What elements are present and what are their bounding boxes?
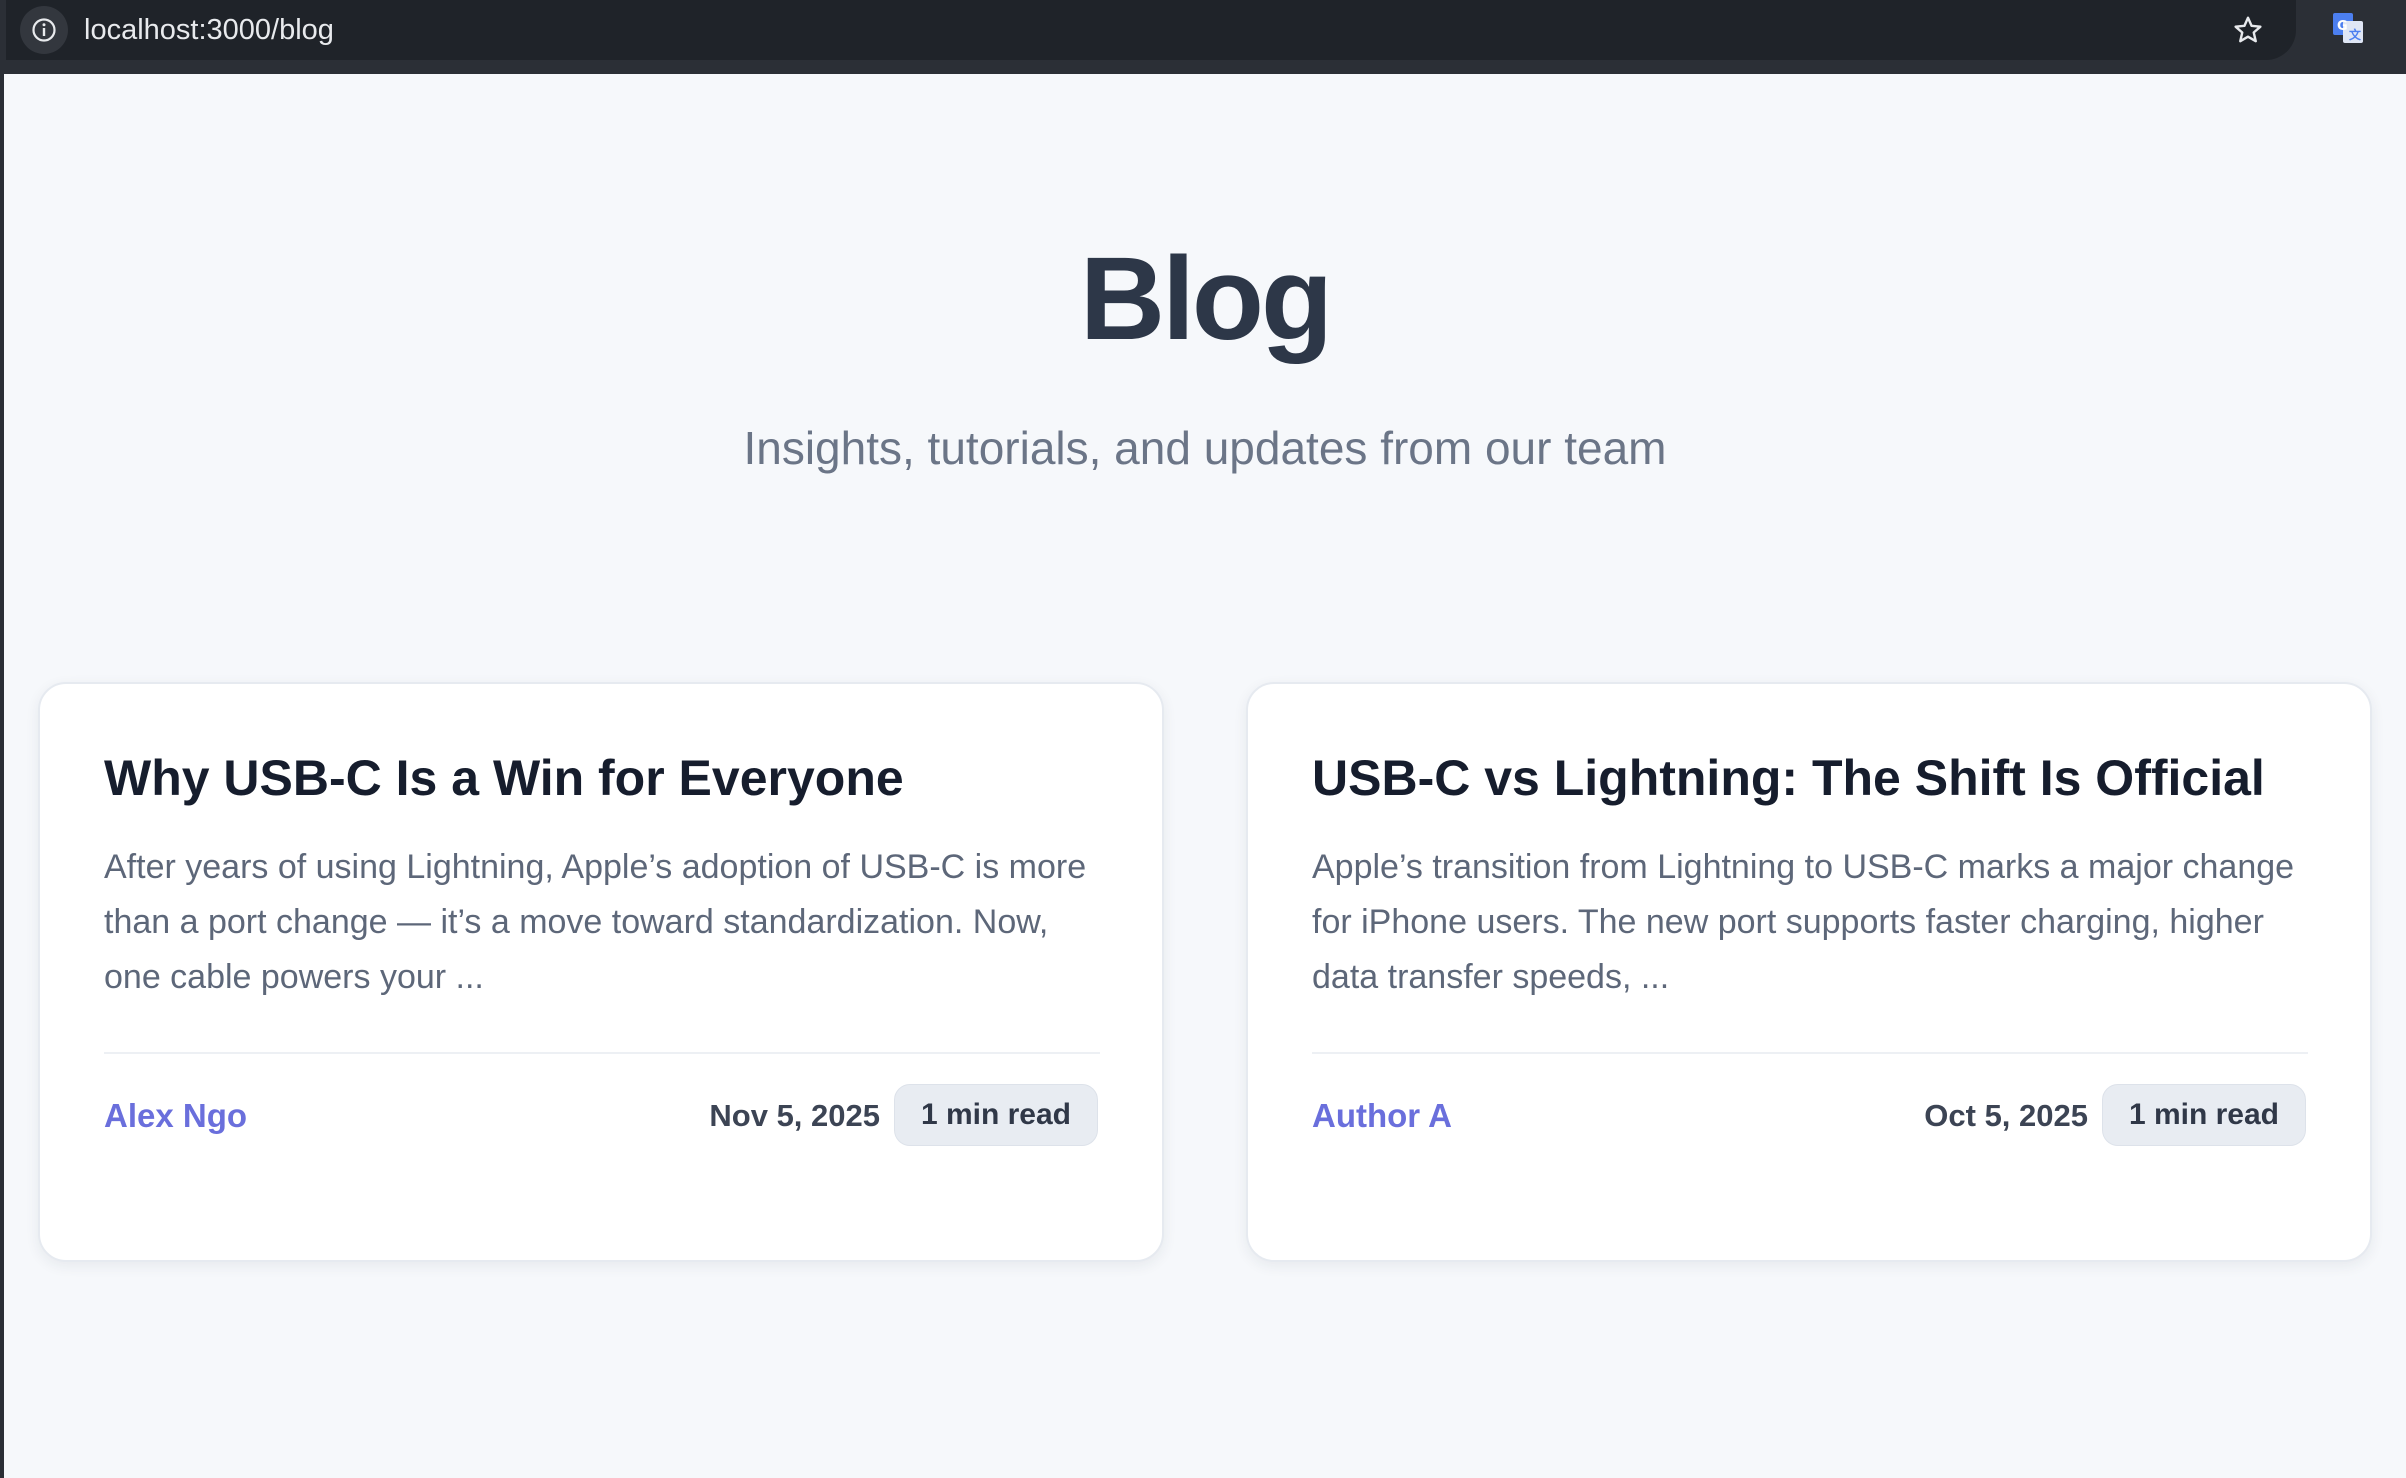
post-title[interactable]: Why USB-C Is a Win for Everyone — [104, 746, 1104, 810]
info-icon[interactable] — [20, 6, 68, 54]
blog-page: Blog Insights, tutorials, and updates fr… — [4, 74, 2406, 1478]
post-author[interactable]: Author A — [1312, 1094, 1452, 1138]
svg-text:G: G — [2337, 19, 2348, 34]
page-title: Blog — [1079, 233, 1333, 365]
post-card[interactable]: Why USB-C Is a Win for Everyone After ye… — [38, 682, 1164, 1262]
browser-toolbar: localhost:3000/blog G 文 — [0, 0, 2406, 74]
read-time-badge: 1 min read — [2101, 1084, 2306, 1146]
post-date: Nov 5, 2025 — [709, 1098, 880, 1133]
google-translate-icon[interactable]: G 文 — [2328, 8, 2368, 48]
read-time-badge: 1 min read — [893, 1084, 1098, 1146]
star-icon[interactable] — [2228, 10, 2268, 50]
post-date: Oct 5, 2025 — [1924, 1098, 2088, 1133]
address-bar[interactable]: localhost:3000/blog — [6, 0, 2296, 60]
svg-text:文: 文 — [2349, 27, 2362, 42]
post-card[interactable]: USB-C vs Lightning: The Shift Is Officia… — [1246, 682, 2372, 1262]
page-subtitle: Insights, tutorials, and updates from ou… — [743, 422, 1667, 474]
card-divider — [1312, 1052, 2308, 1054]
post-excerpt: Apple’s transition from Lightning to USB… — [1312, 848, 2295, 996]
card-divider — [104, 1052, 1100, 1054]
post-title[interactable]: USB-C vs Lightning: The Shift Is Officia… — [1312, 746, 2312, 810]
post-excerpt: After years of using Lightning, Apple’s … — [104, 848, 1087, 996]
url-text[interactable]: localhost:3000/blog — [84, 11, 334, 49]
post-author[interactable]: Alex Ngo — [104, 1094, 247, 1138]
